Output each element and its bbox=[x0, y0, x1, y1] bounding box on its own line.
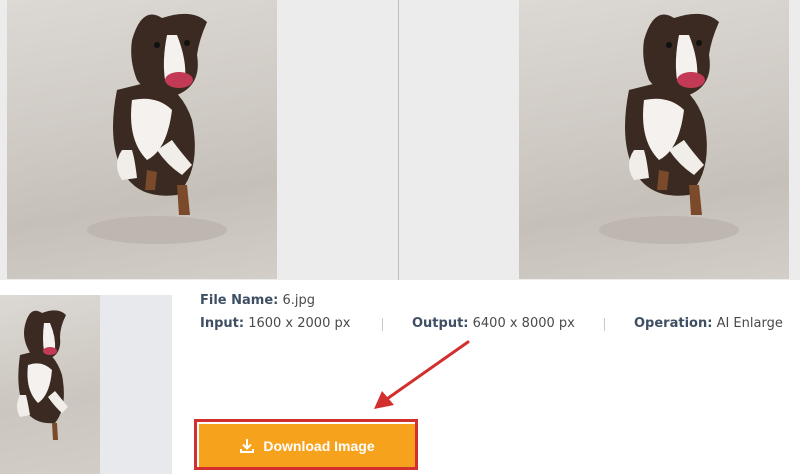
enlarged-image bbox=[519, 0, 789, 279]
original-image bbox=[7, 0, 277, 279]
operation-label: Operation: bbox=[634, 316, 713, 331]
download-icon bbox=[240, 438, 255, 453]
file-name-label: File Name: bbox=[200, 293, 279, 308]
input-size-row: Input: 1600 x 2000 px bbox=[200, 316, 350, 331]
info-separator bbox=[604, 318, 605, 331]
file-name-value: 6.jpg bbox=[282, 293, 316, 308]
file-name-row: File Name: 6.jpg bbox=[200, 293, 315, 308]
download-button-label: Download Image bbox=[263, 437, 375, 454]
download-image-button[interactable]: Download Image bbox=[199, 424, 415, 467]
enlarge-result-view: File Name: 6.jpg Input: 1600 x 2000 px O… bbox=[0, 0, 800, 474]
operation-row: Operation: AI Enlarge bbox=[634, 316, 783, 331]
thumbnail-panel bbox=[0, 295, 172, 474]
output-size-row: Output: 6400 x 8000 px bbox=[412, 316, 575, 331]
comparison-divider[interactable] bbox=[398, 0, 399, 280]
annotation-arrow bbox=[374, 340, 470, 409]
operation-value: AI Enlarge bbox=[716, 316, 783, 331]
input-label: Input: bbox=[200, 316, 245, 331]
comparison-viewer[interactable] bbox=[0, 0, 800, 280]
input-value: 1600 x 2000 px bbox=[248, 316, 351, 331]
output-value: 6400 x 8000 px bbox=[472, 316, 575, 331]
output-label: Output: bbox=[412, 316, 469, 331]
info-separator bbox=[382, 318, 383, 331]
thumbnail-image bbox=[0, 295, 100, 474]
